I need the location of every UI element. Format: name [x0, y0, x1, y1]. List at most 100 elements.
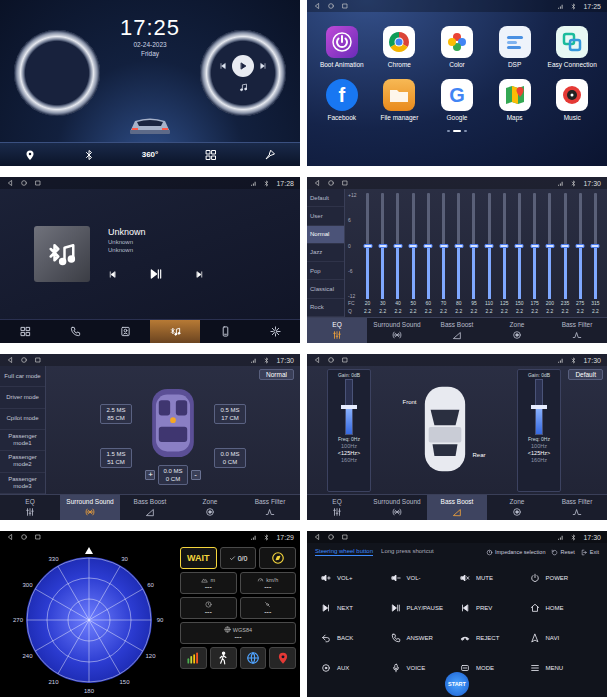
band-slider-track[interactable]: [533, 193, 536, 299]
bass-slider-track[interactable]: [535, 379, 543, 435]
reset-icon[interactable]: [551, 549, 558, 556]
boot-animation-icon[interactable]: [326, 26, 358, 58]
band-slider-knob[interactable]: [485, 244, 494, 248]
band-slider-fill[interactable]: [548, 246, 551, 299]
key-label[interactable]: MODE: [476, 665, 494, 671]
steering-key[interactable]: POWER: [530, 563, 600, 593]
preset-item[interactable]: Pop: [307, 262, 344, 280]
key-label[interactable]: MUTE: [476, 575, 493, 581]
bass-slider-track[interactable]: [345, 379, 353, 435]
dsp-tab[interactable]: Bass Boost: [427, 495, 487, 520]
dsp-tab[interactable]: Bass Filter: [547, 318, 607, 343]
clean-icon[interactable]: [264, 149, 276, 161]
preset-dropdown[interactable]: Default: [568, 369, 603, 380]
action-button[interactable]: Exit: [581, 549, 599, 556]
preset-item[interactable]: Default: [307, 189, 344, 207]
zone-icon[interactable]: [512, 330, 522, 340]
nav-item[interactable]: [200, 320, 250, 343]
band-slider-track[interactable]: [427, 193, 430, 299]
delay-box[interactable]: 0.5 MS17 CM: [214, 404, 246, 424]
back-icon[interactable]: [313, 533, 321, 541]
filter-icon[interactable]: [265, 507, 275, 517]
band-slider-fill[interactable]: [579, 246, 582, 299]
action-button[interactable]: Impedance selection: [486, 549, 545, 556]
freq-option[interactable]: 100Hz: [531, 443, 547, 449]
key-label[interactable]: PREV: [476, 605, 492, 611]
home-icon[interactable]: [327, 356, 335, 364]
next-icon[interactable]: [259, 62, 267, 70]
steering-key[interactable]: NAVI: [530, 623, 600, 653]
preset-item[interactable]: Classical: [307, 280, 344, 298]
key-label[interactable]: POWER: [546, 575, 569, 581]
next-icon[interactable]: [321, 603, 331, 613]
next-icon[interactable]: [195, 270, 204, 279]
preset-item[interactable]: Rock: [307, 299, 344, 317]
tab-label[interactable]: Surround Sound: [373, 321, 420, 328]
recents-icon[interactable]: [34, 179, 42, 187]
page-dot[interactable]: [447, 130, 450, 132]
key-label[interactable]: HOME: [546, 605, 564, 611]
key-label[interactable]: NEXT: [337, 605, 353, 611]
band-slider-knob[interactable]: [591, 244, 600, 248]
key-label[interactable]: BACK: [337, 635, 353, 641]
action-button[interactable]: Reset: [551, 549, 574, 556]
tab-label[interactable]: Bass Boost: [441, 498, 474, 505]
home-icon[interactable]: [530, 603, 540, 613]
key-label[interactable]: ANSWER: [407, 635, 433, 641]
phone-link-icon[interactable]: [220, 326, 231, 337]
tab-label[interactable]: Surround Sound: [373, 498, 420, 505]
app-label[interactable]: Music: [564, 114, 581, 121]
recents-icon[interactable]: [341, 533, 349, 541]
recents-icon[interactable]: [341, 179, 349, 187]
home-icon[interactable]: [20, 179, 28, 187]
band-slider-track[interactable]: [579, 193, 582, 299]
tab-label[interactable]: EQ: [332, 498, 341, 505]
home-icon[interactable]: [20, 533, 28, 541]
band-slider-fill[interactable]: [396, 246, 399, 299]
back-icon[interactable]: [6, 179, 14, 187]
dsp-tab[interactable]: EQ: [0, 495, 60, 520]
back-icon[interactable]: [6, 533, 14, 541]
key-label[interactable]: AUX: [337, 665, 349, 671]
dsp-tab[interactable]: EQ: [307, 495, 367, 520]
band-slider-fill[interactable]: [427, 246, 430, 299]
tab-label[interactable]: Bass Filter: [562, 321, 593, 328]
band-slider-knob[interactable]: [454, 244, 463, 248]
plus-button[interactable]: +: [145, 470, 155, 480]
steering-key[interactable]: ANSWER: [391, 623, 461, 653]
mode-item[interactable]: Cpilot mode: [0, 409, 45, 430]
preset-item[interactable]: Jazz: [307, 244, 344, 262]
band-slider-fill[interactable]: [564, 246, 567, 299]
easy-connection-icon[interactable]: [556, 26, 588, 58]
apps-grid-icon[interactable]: [205, 149, 217, 161]
steering-key[interactable]: MUTE: [460, 563, 530, 593]
start-button[interactable]: START: [445, 672, 469, 696]
back-icon[interactable]: [313, 2, 321, 10]
band-slider-track[interactable]: [412, 193, 415, 299]
delay-box[interactable]: 0.0 MS0 CM: [214, 448, 246, 468]
app-label[interactable]: Maps: [507, 114, 523, 121]
bluetooth-music-icon[interactable]: [170, 326, 181, 337]
app-tile[interactable]: Color: [428, 26, 486, 68]
app-label[interactable]: Color: [449, 61, 465, 68]
freq-option[interactable]: <125Hz>: [338, 450, 360, 456]
dsp-tab[interactable]: Surround Sound: [367, 318, 427, 343]
band-slider-knob[interactable]: [363, 244, 372, 248]
band-slider-knob[interactable]: [439, 244, 448, 248]
surround-icon[interactable]: [85, 507, 95, 517]
play-icon[interactable]: [238, 61, 248, 71]
action-label[interactable]: Reset: [560, 549, 574, 555]
home-icon[interactable]: [20, 356, 28, 364]
bass-slider-fill[interactable]: [346, 407, 352, 434]
band-slider-track[interactable]: [488, 193, 491, 299]
preset-item[interactable]: Normal: [307, 226, 344, 244]
recents-icon[interactable]: [341, 2, 349, 10]
boost-icon[interactable]: [452, 330, 462, 340]
band-slider-fill[interactable]: [381, 246, 384, 299]
google-icon[interactable]: G: [441, 79, 473, 111]
tab-label[interactable]: Zone: [510, 498, 525, 505]
band-slider-track[interactable]: [457, 193, 460, 299]
dsp-tab[interactable]: Bass Boost: [120, 495, 180, 520]
surround-icon[interactable]: [392, 507, 402, 517]
chrome-icon[interactable]: [383, 26, 415, 58]
